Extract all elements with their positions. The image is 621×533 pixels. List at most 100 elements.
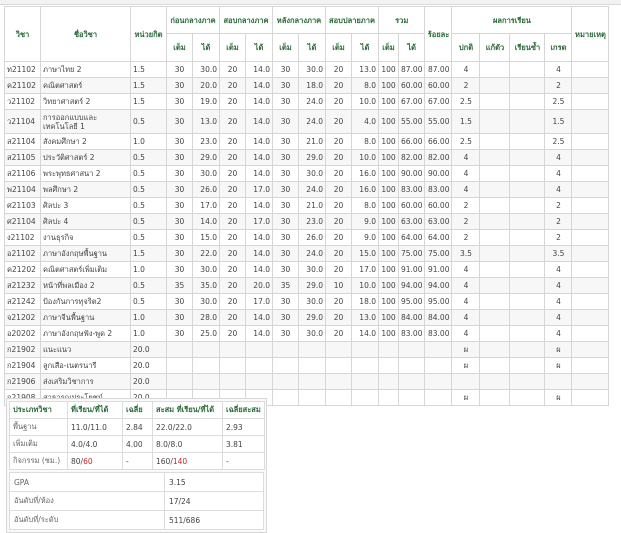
subject-name-cell: พลศึกษา 2	[40, 181, 131, 198]
grade-cell	[544, 373, 573, 390]
score-full-cell: 20	[325, 245, 352, 262]
total-got-cell: 60.00	[397, 77, 426, 94]
score-got-cell	[192, 373, 220, 390]
normal-grade-cell: 4	[451, 181, 481, 198]
score-got-cell: 22.0	[192, 245, 220, 262]
score-full-cell: 30	[272, 325, 299, 342]
fix-grade-cell	[479, 133, 511, 150]
score-got-cell: 16.0	[351, 165, 379, 182]
score-full-cell: 20	[219, 261, 246, 278]
score-got-cell: 30.0	[298, 261, 326, 278]
subject-code-cell: ก21906	[4, 373, 41, 390]
total-full-cell: 100	[378, 245, 399, 262]
summary-header-cumulative: สะสม ที่เรียน/ที่ได้	[152, 401, 223, 419]
header-mid: สอบกลางภาค	[219, 6, 273, 34]
subject-code-cell: ก21902	[4, 341, 41, 358]
subject-code-cell: ส21104	[4, 133, 41, 150]
score-full-cell	[325, 373, 352, 390]
subject-name-cell: ประวัติศาสตร์ 2	[40, 149, 131, 166]
total-full-cell: 100	[378, 261, 399, 278]
header-full: เต็ม	[166, 33, 193, 62]
rank-level-value: 511/686	[163, 510, 265, 530]
normal-grade-cell: ผ	[451, 389, 481, 406]
total-got-cell: 91.00	[397, 261, 426, 278]
credit-cell: 1.5	[130, 93, 167, 110]
score-got-cell	[192, 341, 220, 358]
score-got-cell: 29.0	[298, 277, 326, 294]
summary-taken: 4.0/4.0	[67, 435, 123, 453]
score-full-cell: 20	[325, 77, 352, 94]
credit-cell: 0.5	[130, 149, 167, 166]
score-got-cell: 14.0	[245, 229, 273, 246]
score-full-cell: 20	[219, 309, 246, 326]
normal-grade-cell: 4	[451, 61, 481, 78]
percent-cell	[424, 373, 453, 390]
subject-code-cell: ศ21103	[4, 197, 41, 214]
score-full-cell: 30	[272, 245, 299, 262]
grade-cell: 4	[544, 61, 573, 78]
total-full-cell	[378, 357, 399, 374]
score-full-cell: 30	[166, 109, 193, 134]
fix-grade-cell	[479, 109, 511, 134]
score-got-cell: 14.0	[245, 261, 273, 278]
score-full-cell	[272, 357, 299, 374]
subject-name-cell: คณิตศาสตร์เพิ่มเติม	[40, 261, 131, 278]
subject-code-cell: อ21102	[4, 245, 41, 262]
total-got-cell	[397, 373, 426, 390]
credit-cell: 1.5	[130, 61, 167, 78]
grade-cell: 2	[544, 229, 573, 246]
summary-type: เพิ่มเติม	[9, 435, 68, 453]
score-full-cell: 30	[166, 93, 193, 110]
normal-grade-cell: 2.5	[451, 133, 481, 150]
score-got-cell: 30.0	[298, 325, 326, 342]
percent-cell	[424, 341, 453, 358]
score-got-cell: 30.0	[192, 261, 220, 278]
total-got-cell: 94.00	[397, 277, 426, 294]
percent-cell: 55.00	[424, 109, 453, 134]
normal-grade-cell: 1.5	[451, 109, 481, 134]
summary-avg: 4.00	[122, 435, 153, 453]
fix-grade-cell	[479, 181, 511, 198]
total-got-cell	[397, 389, 426, 406]
repeat-grade-cell	[509, 277, 546, 294]
table-row: ส21104 สังคมศึกษา 2 1.0 30 23.0 20 14.0 30 21.0 2…	[4, 133, 610, 150]
table-row: ท21102 ภาษาไทย 2 1.5 30 30.0 20 14.0 30 30.0 20 13…	[4, 61, 610, 78]
score-got-cell: 9.0	[351, 213, 379, 230]
activity-cum-got: 140	[172, 456, 188, 466]
repeat-grade-cell	[509, 261, 546, 278]
normal-grade-cell: 2	[451, 213, 481, 230]
total-full-cell: 100	[378, 77, 399, 94]
score-got-cell: 14.0	[245, 93, 273, 110]
score-got-cell	[298, 389, 326, 406]
total-full-cell	[378, 373, 399, 390]
score-full-cell	[272, 373, 299, 390]
score-got-cell	[351, 389, 379, 406]
summary-header-cum-avg: เฉลี่ยสะสม	[222, 401, 265, 419]
note-cell	[571, 357, 610, 374]
total-full-cell: 100	[378, 309, 399, 326]
score-full-cell	[219, 373, 246, 390]
score-full-cell: 30	[166, 77, 193, 94]
activity-hours-total: 80/	[71, 456, 84, 466]
credit-cell: 20.0	[130, 341, 167, 358]
score-got-cell: 30.0	[298, 165, 326, 182]
subject-name-cell: งานธุรกิจ	[40, 229, 131, 246]
fix-grade-cell	[479, 149, 511, 166]
score-got-cell: 21.0	[298, 197, 326, 214]
header-got: ได้	[245, 33, 273, 62]
total-got-cell: 66.00	[397, 133, 426, 150]
score-full-cell: 20	[325, 293, 352, 310]
note-cell	[571, 325, 610, 342]
score-full-cell: 20	[219, 77, 246, 94]
subject-code-cell: ค21202	[4, 261, 41, 278]
score-full-cell: 20	[325, 197, 352, 214]
table-row: ง21102 งานธุรกิจ 0.5 30 15.0 20 14.0 30 26.0 20 9.…	[4, 229, 610, 246]
score-full-cell: 30	[272, 197, 299, 214]
total-full-cell: 100	[378, 325, 399, 342]
score-full-cell: 30	[272, 293, 299, 310]
total-full-cell: 100	[378, 197, 399, 214]
score-full-cell: 30	[272, 165, 299, 182]
total-got-cell: 87.00	[397, 61, 426, 78]
grade-cell: 4	[544, 261, 573, 278]
score-got-cell: 28.0	[192, 309, 220, 326]
